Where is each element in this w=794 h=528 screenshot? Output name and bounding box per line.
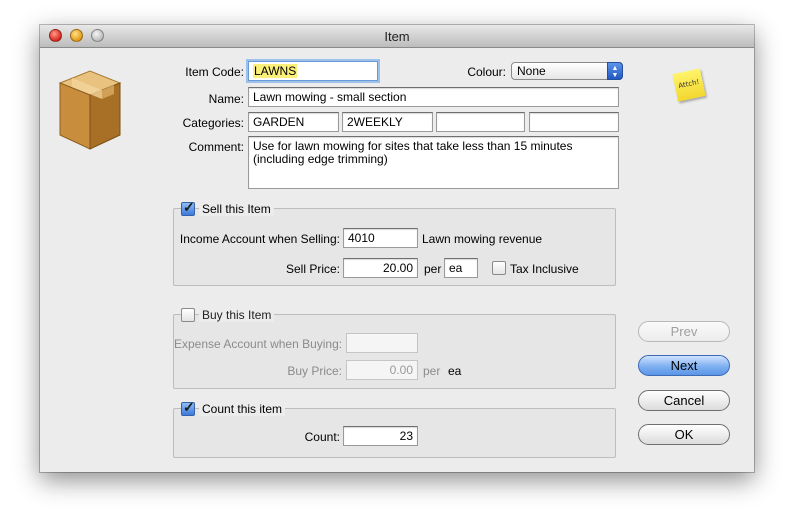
sell-price-label: Sell Price:: [285, 262, 340, 276]
sell-unit-field[interactable]: ea: [444, 258, 478, 278]
count-group-title: Count this item: [199, 402, 286, 416]
count-checkbox[interactable]: ✓: [181, 399, 195, 416]
buy-unit-label: ea: [448, 364, 462, 378]
sell-group-title: Sell this Item: [199, 202, 274, 216]
item-code-value: LAWNS: [253, 64, 298, 78]
name-field[interactable]: Lawn mowing - small section: [248, 87, 619, 107]
item-window: Item Item Code: LAWNS Colour: None ▲ ▼ At…: [40, 25, 754, 472]
expense-account-field[interactable]: [346, 333, 418, 353]
comment-textarea[interactable]: Use for lawn mowing for sites that take …: [248, 136, 619, 189]
count-field[interactable]: 23: [343, 426, 418, 446]
popup-arrows-icon: ▲ ▼: [607, 62, 623, 80]
sticky-note-text: Attch!: [677, 77, 701, 91]
sell-checkbox[interactable]: ✓: [181, 199, 195, 216]
buy-price-label: Buy Price:: [287, 364, 342, 378]
ok-button[interactable]: OK: [638, 424, 730, 445]
checkmark-icon: ✓: [183, 399, 195, 415]
name-label: Name:: [208, 92, 244, 106]
window-title: Item: [384, 29, 410, 44]
buy-price-field[interactable]: 0.00: [346, 360, 418, 380]
item-code-field[interactable]: LAWNS: [248, 61, 378, 81]
sell-price-field[interactable]: 20.00: [343, 258, 418, 278]
income-account-field[interactable]: 4010: [343, 228, 418, 248]
next-button[interactable]: Next: [638, 355, 730, 376]
checkmark-icon: ✓: [183, 199, 195, 215]
prev-button[interactable]: Prev: [638, 321, 730, 342]
item-code-label: Item Code:: [185, 65, 244, 79]
category-field-4[interactable]: [529, 112, 619, 132]
income-account-label: Income Account when Selling:: [179, 232, 340, 246]
item-box-icon: [56, 61, 124, 153]
comment-label: Comment:: [188, 140, 244, 154]
sell-per-label: per: [424, 262, 442, 276]
tax-inclusive-label: Tax Inclusive: [510, 262, 579, 276]
category-field-3[interactable]: [436, 112, 525, 132]
buy-per-label: per: [423, 364, 441, 378]
buy-checkbox[interactable]: [181, 308, 195, 322]
colour-popup[interactable]: None ▲ ▼: [511, 62, 623, 80]
expense-account-label: Expense Account when Buying:: [174, 337, 343, 351]
title-bar: Item: [40, 25, 754, 48]
count-label: Count:: [304, 430, 340, 444]
colour-label: Colour:: [467, 65, 506, 79]
sticky-note-icon[interactable]: Attch!: [672, 68, 706, 102]
income-account-name: Lawn mowing revenue: [422, 232, 543, 246]
cancel-button[interactable]: Cancel: [638, 390, 730, 411]
colour-value: None: [517, 64, 546, 78]
tax-inclusive-checkbox[interactable]: [492, 261, 506, 275]
category-field-1[interactable]: GARDEN: [248, 112, 339, 132]
categories-label: Categories:: [182, 116, 244, 130]
buy-group-title: Buy this Item: [199, 308, 275, 322]
category-field-2[interactable]: 2WEEKLY: [342, 112, 433, 132]
